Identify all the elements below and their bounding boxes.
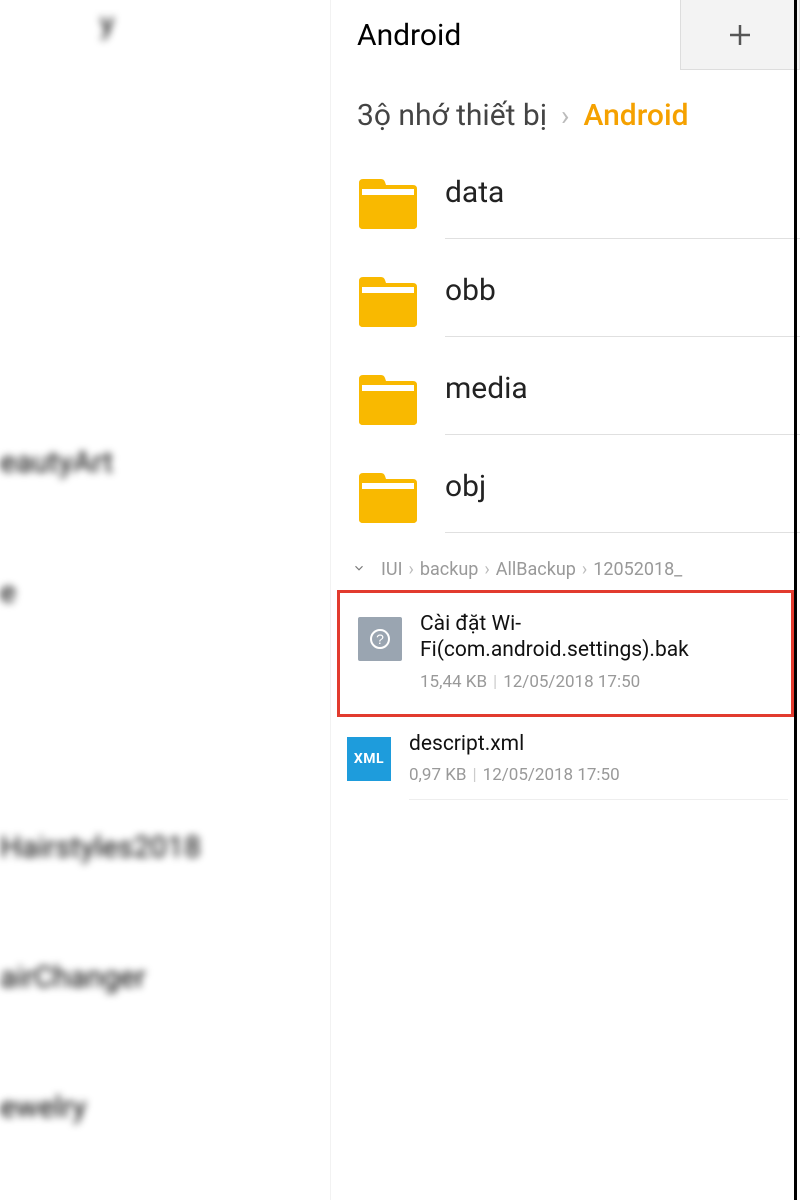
path-segment[interactable]: AllBackup xyxy=(496,559,576,580)
tab-bar: Android xyxy=(331,0,800,70)
folder-obj[interactable]: obj xyxy=(331,449,800,547)
left-item[interactable]: eautyArt xyxy=(0,445,113,480)
folder-icon xyxy=(357,275,419,329)
svg-text:?: ? xyxy=(376,631,384,647)
left-item[interactable]: ewelry xyxy=(0,1090,86,1125)
panel-border xyxy=(794,0,797,1200)
file-list: ? Cài đặt Wi-Fi(com.android.settings).ba… xyxy=(331,590,800,812)
left-item[interactable]: e xyxy=(0,575,16,610)
folder-data[interactable]: data xyxy=(331,155,800,253)
folder-label: obb xyxy=(445,267,800,337)
folder-icon xyxy=(357,471,419,525)
left-panel: y eautyArt e Hairstyles2018 airChanger e… xyxy=(0,0,330,1200)
folder-icon xyxy=(357,177,419,231)
file-name: Cài đặt Wi-Fi(com.android.settings).bak xyxy=(420,611,777,664)
tab-android[interactable]: Android xyxy=(331,0,680,70)
breadcrumb-current: Android xyxy=(583,98,688,133)
highlighted-file: ? Cài đặt Wi-Fi(com.android.settings).ba… xyxy=(337,590,794,717)
path-breadcrumb: IUI› backup› AllBackup› 12052018_ xyxy=(331,547,800,586)
file-manager-panel: Android 3ộ nhớ thiết bị › Android data o… xyxy=(330,0,800,1200)
file-name: descript.xml xyxy=(409,731,788,757)
breadcrumb-parent[interactable]: 3ộ nhớ thiết bị xyxy=(357,98,547,133)
path-segment[interactable]: IUI xyxy=(381,559,402,580)
folder-obb[interactable]: obb xyxy=(331,253,800,351)
add-tab-button[interactable] xyxy=(680,0,800,70)
path-segment[interactable]: 12052018_ xyxy=(593,559,682,580)
file-meta: 15,44 KB|12/05/2018 17:50 xyxy=(420,672,777,692)
left-item[interactable]: Hairstyles2018 xyxy=(0,830,201,865)
file-item[interactable]: ? Cài đặt Wi-Fi(com.android.settings).ba… xyxy=(342,597,789,710)
folder-label: obj xyxy=(445,463,800,533)
chevron-right-icon: › xyxy=(561,99,569,132)
file-meta: 0,97 KB|12/05/2018 17:50 xyxy=(409,765,788,785)
path-segment[interactable]: backup xyxy=(420,559,478,580)
file-item[interactable]: XML descript.xml 0,97 KB|12/05/2018 17:5… xyxy=(331,717,800,812)
left-item: y xyxy=(100,6,114,41)
plus-icon xyxy=(725,20,755,50)
breadcrumb: 3ộ nhớ thiết bị › Android xyxy=(331,70,800,155)
folder-icon xyxy=(357,373,419,427)
folder-media[interactable]: media xyxy=(331,351,800,449)
folder-list: data obb media obj xyxy=(331,155,800,547)
folder-label: media xyxy=(445,365,800,435)
chevron-down-icon[interactable] xyxy=(349,559,369,580)
folder-label: data xyxy=(445,169,800,239)
file-bak-icon: ? xyxy=(358,617,402,661)
file-xml-icon: XML xyxy=(347,737,391,781)
left-item[interactable]: airChanger xyxy=(0,960,146,995)
